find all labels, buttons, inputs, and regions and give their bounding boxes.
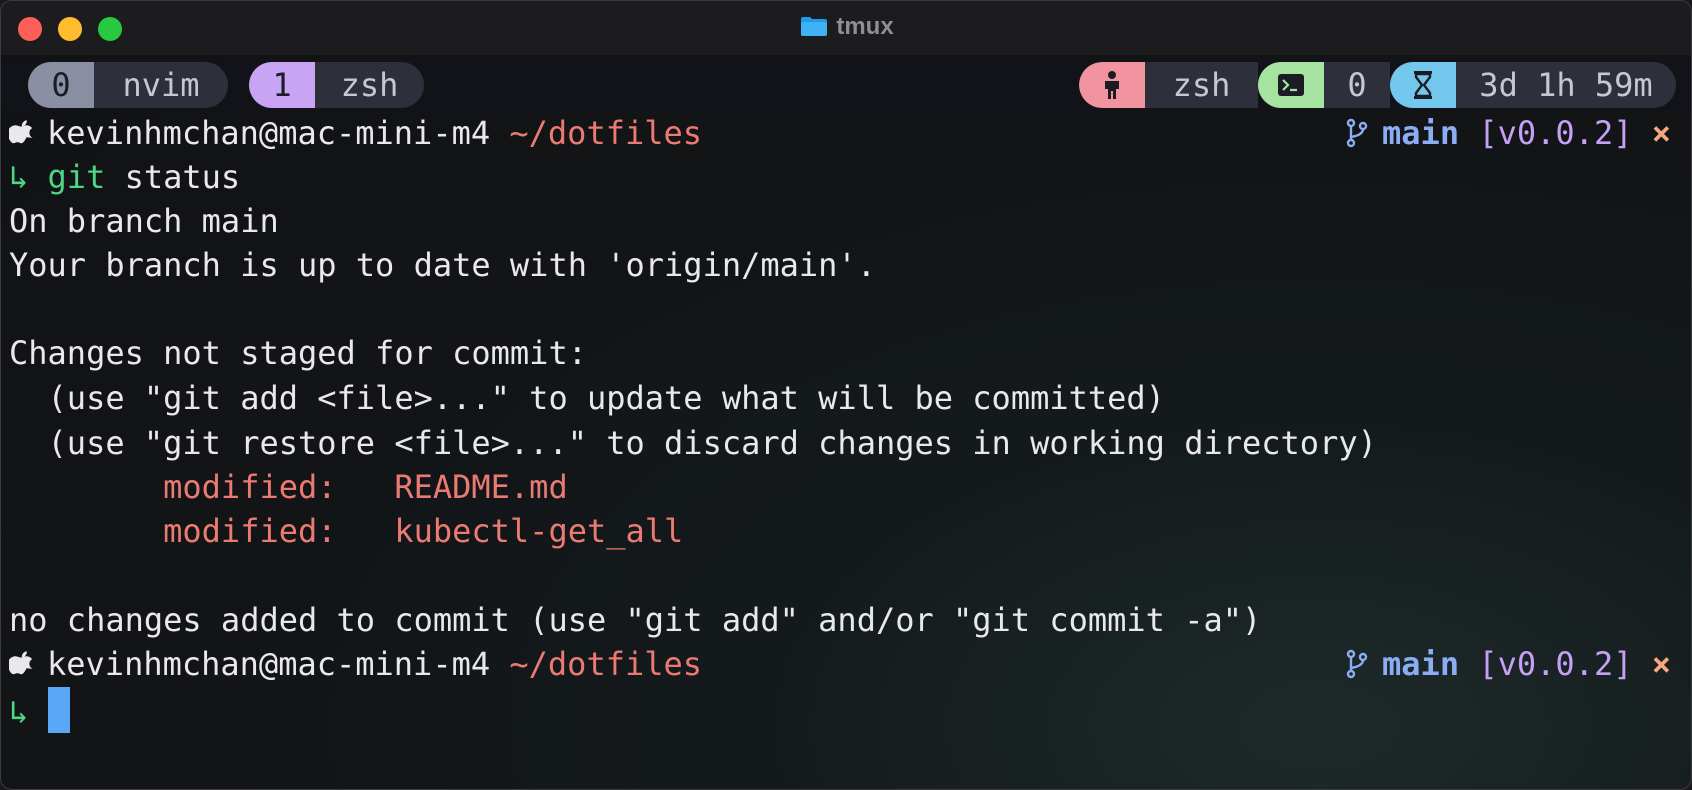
modified-file: kubectl-get_all (394, 512, 684, 550)
git-prompt-info: main [v0.0.2] × (1346, 111, 1671, 155)
output-line: Changes not staged for commit: (9, 334, 587, 372)
git-branch-icon (1346, 646, 1368, 679)
modified-label: modified: (163, 512, 337, 550)
input-line[interactable]: ↳ (9, 687, 70, 733)
output-line: On branch main (9, 202, 279, 240)
command-program: git (47, 158, 106, 196)
tmux-session-name: zsh (1145, 62, 1258, 108)
modified-label: modified: (163, 468, 337, 506)
output-line: Your branch is up to date with 'origin/m… (9, 246, 876, 284)
tmux-window-name: nvim (94, 62, 228, 108)
tmux-window-index: 1 (249, 62, 315, 108)
tmux-status-right: zsh 0 3d 1h 59m (1079, 62, 1676, 108)
tmux-window-index: 0 (28, 62, 94, 108)
window-title: tmux (1, 13, 1691, 41)
git-tag: [v0.0.2] (1478, 645, 1633, 683)
text-cursor[interactable] (47, 687, 70, 733)
prompt-line: kevinhmchan@mac-mini-m4 ~/dotfiles (7, 111, 703, 155)
output-line: no changes added to commit (use "git add… (9, 601, 1262, 639)
tmux-window-name: zsh (315, 62, 424, 108)
prompt-arrow: ↳ (9, 693, 29, 731)
user-host: kevinhmchan@mac-mini-m4 (47, 645, 491, 683)
window-title-text: tmux (836, 13, 894, 40)
output-line: (use "git restore <file>..." to discard … (9, 424, 1377, 462)
git-tag: [v0.0.2] (1478, 114, 1633, 152)
git-dirty-indicator: × (1651, 114, 1671, 152)
modified-file-line: modified: kubectl-get_all (9, 509, 683, 553)
terminal-window: tmux 0 nvim 1 zsh zsh 0 3d 1h 59m kevinh… (0, 0, 1692, 790)
tmux-pane-count: 0 (1324, 62, 1390, 108)
folder-icon (800, 15, 828, 37)
git-branch-name: main (1382, 645, 1460, 683)
modified-file-line: modified: README.md (9, 465, 568, 509)
tmux-status-bar: 0 nvim 1 zsh zsh 0 3d 1h 59m (1, 59, 1691, 111)
tmux-window-0[interactable]: 0 nvim (28, 62, 228, 108)
output-line: (use "git add <file>..." to update what … (9, 379, 1165, 417)
apple-icon (7, 645, 33, 675)
prompt-arrow: ↳ (9, 158, 29, 196)
git-dirty-indicator: × (1651, 645, 1671, 683)
command-line: ↳ git status (9, 155, 240, 199)
title-bar[interactable]: tmux (1, 1, 1691, 55)
git-branch-icon (1346, 115, 1368, 148)
git-branch-name: main (1382, 114, 1460, 152)
prompt-line: kevinhmchan@mac-mini-m4 ~/dotfiles (7, 642, 703, 686)
tmux-uptime: 3d 1h 59m (1456, 62, 1676, 108)
hourglass-icon (1390, 62, 1456, 108)
command-args: status (124, 158, 241, 196)
current-directory: ~/dotfiles (509, 645, 703, 683)
git-prompt-info: main [v0.0.2] × (1346, 642, 1671, 686)
tmux-window-1[interactable]: 1 zsh (249, 62, 424, 108)
user-host: kevinhmchan@mac-mini-m4 (47, 114, 491, 152)
current-directory: ~/dotfiles (509, 114, 703, 152)
modified-file: README.md (394, 468, 568, 506)
terminal-icon (1258, 62, 1324, 108)
person-icon (1079, 62, 1145, 108)
apple-icon (7, 114, 33, 144)
